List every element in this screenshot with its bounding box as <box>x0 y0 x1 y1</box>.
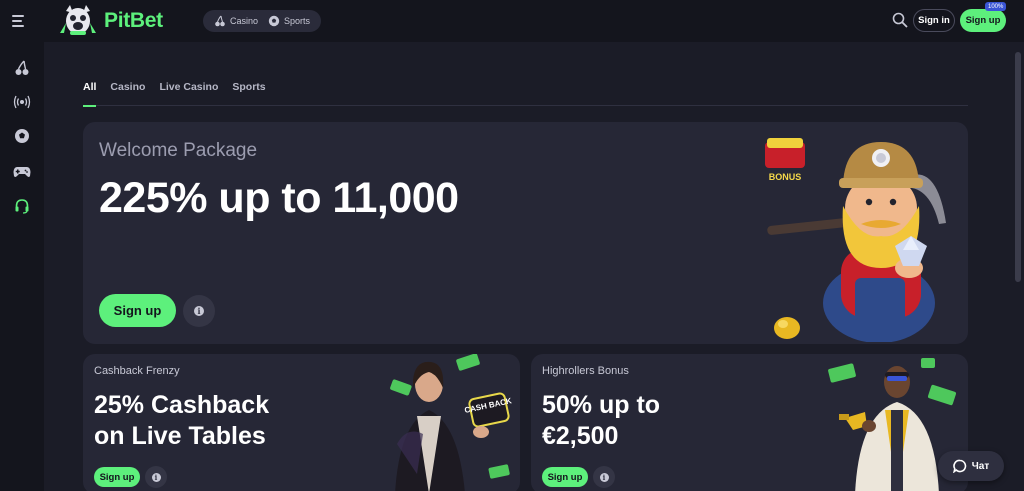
promo-tabs: All Casino Live Casino Sports <box>83 78 968 107</box>
cashback-card: Cashback Frenzy 25% Cashback on Live Tab… <box>83 354 520 491</box>
headset-icon <box>15 199 29 214</box>
cashback-woman-illustration: CASH BACK <box>390 354 513 491</box>
sidebar-item-live[interactable] <box>12 92 32 112</box>
soccer-ball-icon <box>268 15 280 27</box>
promo-title-line2: on Live Tables <box>94 422 266 450</box>
search-icon[interactable] <box>892 12 908 28</box>
welcome-package-card: Welcome Package 225% up to 11,000 Sign u… <box>83 122 968 344</box>
hero-title: 225% up to 11,000 <box>99 174 459 222</box>
sidebar-item-casino[interactable] <box>12 58 32 78</box>
sidebar <box>0 42 44 491</box>
signin-button[interactable]: Sign in <box>913 9 955 32</box>
bonus-label: BONUS <box>769 172 802 182</box>
live-broadcast-icon <box>13 95 31 109</box>
sidebar-item-support[interactable] <box>12 196 32 216</box>
highrollers-card: Highrollers Bonus 50% up to €2,500 Sign … <box>531 354 968 491</box>
cashback-signup-button[interactable]: Sign up <box>94 467 140 487</box>
chat-bubble-icon <box>952 459 966 473</box>
cherries-icon <box>15 60 29 75</box>
hero-subtitle: Welcome Package <box>99 140 258 161</box>
nav-sports[interactable]: Sports <box>263 15 315 27</box>
percent-badge: 100% <box>985 2 1007 11</box>
promo-subtitle: Highrollers Bonus <box>542 365 629 377</box>
chat-label: Чат <box>971 460 990 472</box>
chat-button[interactable]: Чат <box>938 451 1004 481</box>
promo-title-line2: €2,500 <box>542 422 619 450</box>
promo-title-line1: 50% up to <box>542 391 661 419</box>
dog-logo-icon <box>60 5 96 35</box>
tab-live-casino[interactable]: Live Casino <box>159 78 218 106</box>
nav-casino-label: Casino <box>230 16 259 26</box>
promo-title-line1: 25% Cashback <box>94 391 270 419</box>
pitbet-logo[interactable]: PitBet <box>56 3 184 39</box>
hero-info-button[interactable]: i <box>183 295 215 327</box>
promo-title: 50% up to €2,500 <box>542 390 792 452</box>
info-icon: i <box>151 472 161 482</box>
scrollbar-thumb[interactable] <box>1015 52 1021 282</box>
gamepad-icon <box>13 167 31 177</box>
tab-all[interactable]: All <box>83 78 97 107</box>
cashback-info-button[interactable]: i <box>145 466 167 488</box>
info-icon: i <box>599 472 609 482</box>
main-nav: Casino Sports <box>203 10 322 32</box>
menu-icon[interactable] <box>12 12 32 30</box>
hero-signup-button[interactable]: Sign up <box>99 294 176 327</box>
sidebar-item-esports[interactable] <box>12 162 32 182</box>
brand-name: PitBet <box>104 9 163 32</box>
info-icon: i <box>194 306 204 316</box>
top-header: PitBet Casino Sports Sign in Sign up 100… <box>0 0 1024 42</box>
page-scrollbar[interactable] <box>1012 42 1024 491</box>
sidebar-item-sports[interactable] <box>12 126 32 146</box>
highrollers-info-button[interactable]: i <box>593 466 615 488</box>
nav-casino[interactable]: Casino <box>209 15 263 27</box>
soccer-ball-icon <box>15 129 29 143</box>
nav-sports-label: Sports <box>284 16 311 26</box>
tab-casino[interactable]: Casino <box>110 78 145 106</box>
cherries-icon <box>215 15 225 27</box>
miner-illustration: BONUS <box>765 138 946 342</box>
tab-sports[interactable]: Sports <box>232 78 265 106</box>
signup-button[interactable]: Sign up <box>960 9 1006 32</box>
promo-title: 25% Cashback on Live Tables <box>94 390 344 452</box>
promo-subtitle: Cashback Frenzy <box>94 365 180 377</box>
highrollers-signup-button[interactable]: Sign up <box>542 467 588 487</box>
